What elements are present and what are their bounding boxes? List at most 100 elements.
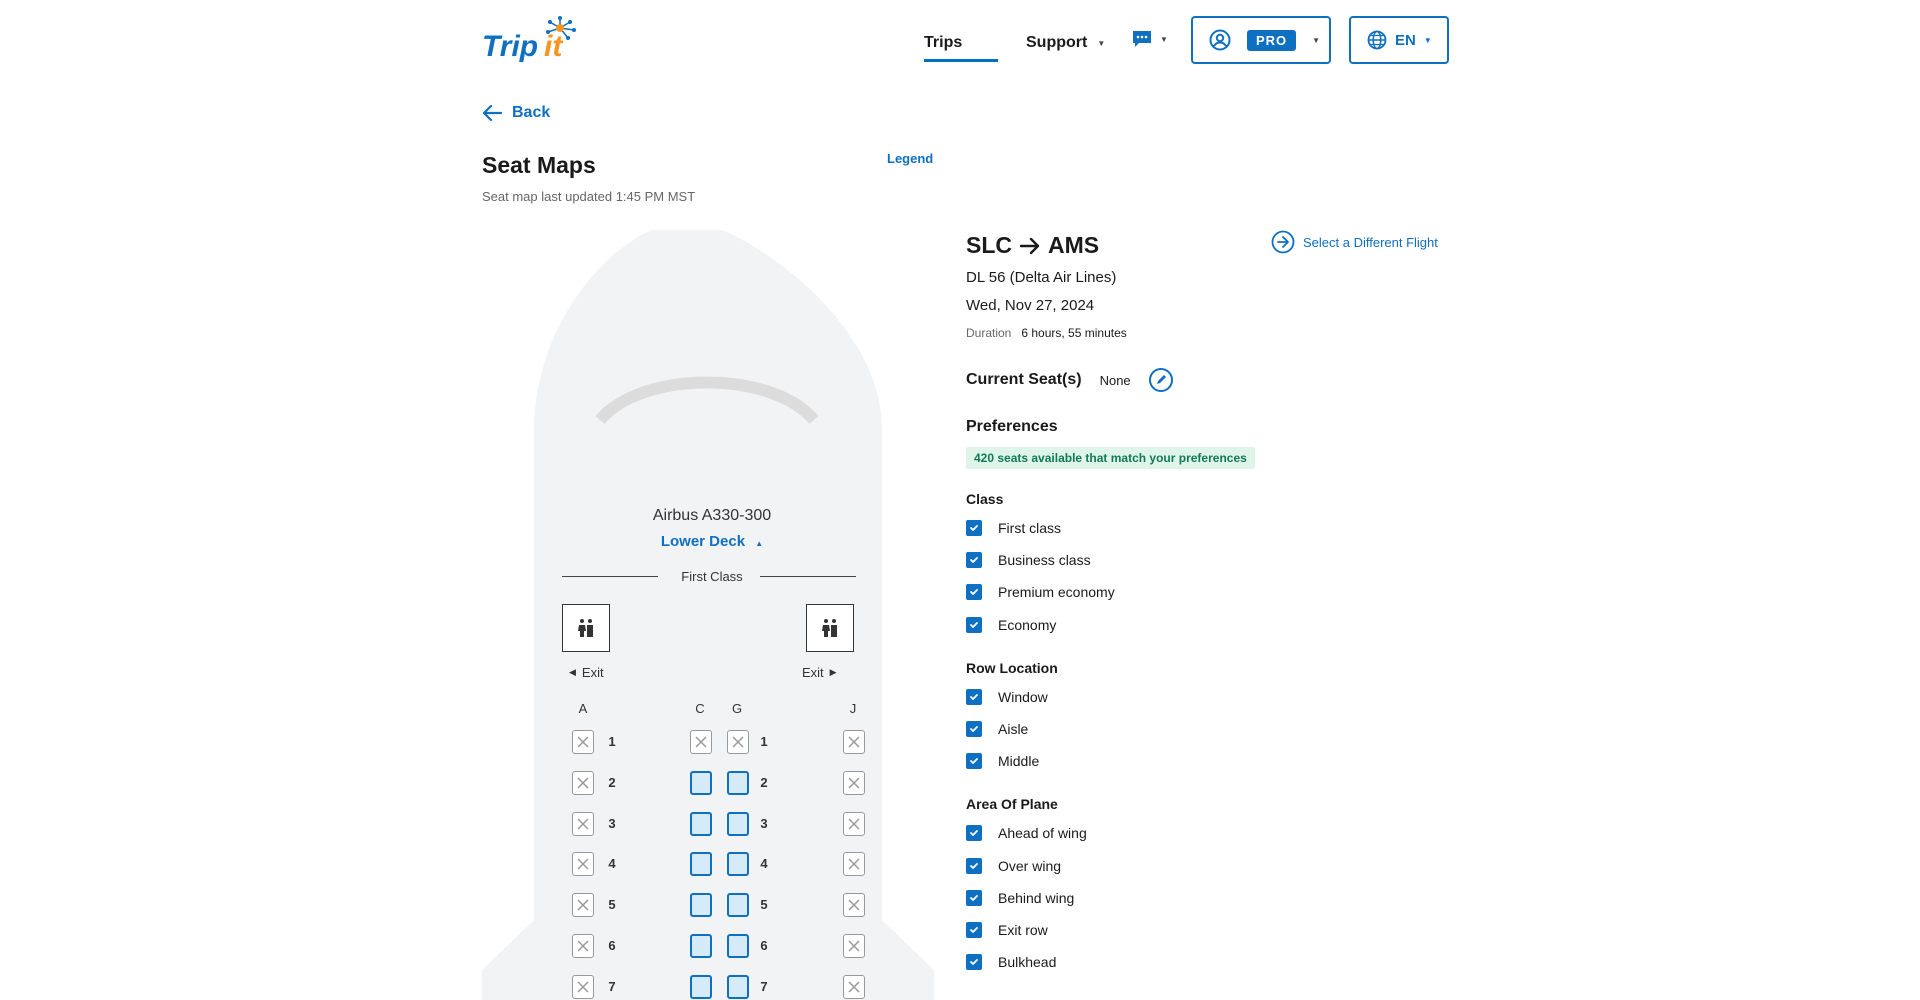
unavailable-x-icon — [732, 736, 744, 748]
seat-3g[interactable] — [727, 811, 749, 836]
unavailable-x-icon — [848, 818, 860, 830]
language-label: EN — [1395, 31, 1416, 49]
preference-group-title: Row Location — [966, 659, 1058, 676]
cabin-divider-right — [760, 576, 856, 577]
caret-up-icon: ▲ — [755, 539, 764, 548]
checkbox-checked-icon[interactable] — [966, 857, 982, 874]
chat-icon — [1133, 31, 1151, 47]
back-link[interactable]: Back — [482, 104, 550, 122]
nav-support[interactable]: Support ▼ — [1026, 34, 1105, 52]
row-number: 6 — [608, 938, 616, 953]
flight-number: DL 56 (Delta Air Lines) — [966, 269, 1117, 286]
seat-2a — [572, 770, 594, 795]
deck-label: Lower Deck — [660, 533, 746, 550]
preference-group-title: Class — [966, 491, 1004, 507]
pro-badge: PRO — [1247, 29, 1297, 51]
row-number: 5 — [760, 897, 768, 913]
edit-seat-button[interactable] — [1148, 368, 1173, 392]
checkbox-checked-icon[interactable] — [966, 721, 982, 737]
preference-option[interactable]: Ahead of wing — [966, 825, 1087, 842]
checkbox-checked-icon[interactable] — [966, 520, 982, 536]
unavailable-x-icon — [848, 981, 860, 993]
svg-text:Trip: Trip — [482, 30, 538, 63]
select-different-flight-link[interactable]: Select a Different Flight — [1271, 230, 1438, 254]
column-label-j: J — [849, 701, 857, 716]
seat-2g[interactable] — [727, 770, 749, 795]
language-menu-button[interactable]: EN ▼ — [1349, 16, 1449, 64]
flight-date: Wed, Nov 27, 2024 — [966, 297, 1095, 314]
row-number: 5 — [608, 897, 616, 913]
preference-option[interactable]: Over wing — [966, 857, 1062, 874]
checkbox-checked-icon[interactable] — [966, 954, 982, 971]
preference-option[interactable]: Economy — [966, 616, 1057, 633]
preference-option-label: Behind wing — [998, 889, 1075, 906]
seat-6j — [843, 934, 865, 958]
preference-option[interactable]: Bulkhead — [966, 954, 1056, 971]
seat-3c[interactable] — [690, 811, 712, 836]
select-different-flight-label: Select a Different Flight — [1303, 234, 1438, 250]
checkbox-checked-icon[interactable] — [966, 688, 982, 705]
seat-5g[interactable] — [727, 893, 749, 918]
caret-down-icon: ▼ — [1160, 34, 1168, 44]
seat-2j — [843, 770, 865, 795]
seat-3a — [572, 811, 594, 836]
checkbox-checked-icon[interactable] — [966, 552, 982, 569]
column-label-g: G — [731, 701, 743, 716]
current-seat: Current Seat(s) None — [966, 368, 1173, 392]
preference-option[interactable]: Window — [966, 688, 1048, 705]
seat-7j — [843, 974, 865, 999]
pencil-icon — [1156, 375, 1166, 384]
origin-code: SLC — [966, 232, 1012, 258]
row-number: 4 — [608, 856, 616, 872]
preference-option[interactable]: Premium economy — [966, 584, 1115, 601]
preference-option[interactable]: Middle — [966, 753, 1039, 770]
back-label: Back — [512, 104, 551, 121]
seat-7g[interactable] — [727, 974, 749, 999]
seat-3j — [843, 811, 865, 836]
unavailable-x-icon — [577, 777, 589, 789]
preference-option[interactable]: Behind wing — [966, 889, 1075, 906]
preference-option[interactable]: Business class — [966, 552, 1091, 569]
seat-6g[interactable] — [727, 934, 749, 958]
seat-1c — [690, 730, 712, 754]
row-number: 3 — [760, 815, 768, 831]
preference-group-title: Area Of Plane — [966, 796, 1058, 813]
checkbox-checked-icon[interactable] — [966, 825, 982, 842]
preference-option[interactable]: Aisle — [966, 721, 1028, 737]
legend-link[interactable]: Legend — [887, 151, 933, 166]
exit-right: Exit ▶ — [802, 665, 837, 680]
seat-2c[interactable] — [690, 770, 712, 795]
preference-option-label: Economy — [998, 616, 1057, 633]
seat-7c[interactable] — [690, 974, 712, 999]
tripit-logo[interactable]: Trip it — [482, 14, 582, 64]
row-number: 3 — [608, 815, 616, 831]
arrow-left-icon — [482, 104, 502, 122]
row-number: 1 — [760, 734, 768, 749]
seat-5c[interactable] — [690, 893, 712, 918]
globe-icon — [1367, 30, 1387, 50]
row-number: 7 — [760, 978, 768, 994]
column-label-c: C — [695, 701, 705, 716]
checkbox-checked-icon[interactable] — [966, 922, 982, 938]
checkbox-checked-icon[interactable] — [966, 584, 982, 601]
preference-option-label: Business class — [998, 552, 1091, 569]
checkbox-checked-icon[interactable] — [966, 889, 982, 906]
caret-down-icon: ▼ — [1423, 35, 1432, 45]
nav-trips[interactable]: Trips — [924, 34, 962, 52]
preference-option[interactable]: Exit row — [966, 922, 1048, 938]
preference-option[interactable]: First class — [966, 520, 1061, 536]
fuselage-shape — [482, 230, 934, 1000]
row-number: 7 — [608, 978, 616, 994]
account-menu-button[interactable]: PRO ▼ — [1191, 16, 1331, 64]
exit-label: Exit — [802, 665, 824, 680]
seat-4g[interactable] — [727, 852, 749, 877]
seat-4c[interactable] — [690, 852, 712, 877]
seat-6c[interactable] — [690, 934, 712, 958]
preference-option-label: Aisle — [998, 721, 1029, 737]
unavailable-x-icon — [577, 899, 589, 911]
preference-option-label: Over wing — [998, 857, 1062, 874]
messages-menu[interactable]: ▼ — [1132, 30, 1168, 48]
checkbox-checked-icon[interactable] — [966, 753, 982, 770]
deck-selector[interactable]: Lower Deck ▲ — [482, 533, 942, 550]
checkbox-checked-icon[interactable] — [966, 616, 982, 633]
